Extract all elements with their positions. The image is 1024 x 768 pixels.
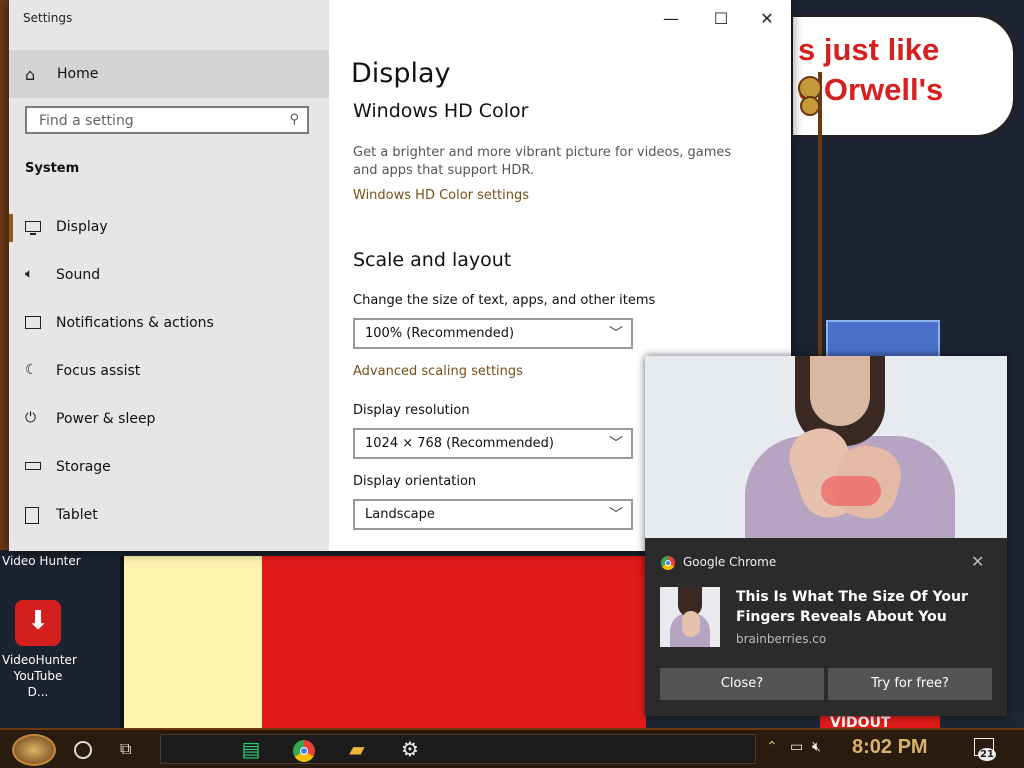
network-icon[interactable]: ▭ (790, 739, 803, 755)
notification-title: This Is What The Size Of Your Fingers Re… (736, 589, 968, 625)
chevron-down-icon: ﹀ (609, 326, 623, 342)
sidebar-item-focus-assist[interactable]: ☾ Focus assist (9, 350, 329, 394)
maximize-button[interactable]: ☐ (701, 8, 741, 30)
chrome-icon (661, 556, 675, 570)
close-icon[interactable]: ✕ (971, 552, 984, 571)
orientation-dropdown[interactable]: Landscape ﹀ (353, 499, 633, 530)
size-label: Change the size of text, apps, and other… (353, 293, 656, 308)
videohunter-icon: ⬇ (15, 600, 61, 646)
minimize-button[interactable]: — (651, 8, 691, 30)
storage-icon (25, 462, 41, 470)
resolution-label: Display resolution (353, 403, 470, 418)
desktop-icon-label: Video Hunter (2, 554, 81, 568)
section-heading-scale-layout: Scale and layout (353, 249, 512, 271)
wallpaper-pole (818, 72, 822, 362)
start-button[interactable] (12, 734, 56, 766)
scale-dropdown[interactable]: 100% (Recommended) ﹀ (353, 318, 633, 349)
notification-source: brainberries.co (736, 632, 827, 646)
taskbar-clock[interactable]: 8:02 PM (852, 736, 928, 759)
home-icon: ⌂ (25, 65, 36, 84)
chevron-up-icon[interactable]: ⌃ (766, 739, 778, 755)
orientation-label: Display orientation (353, 474, 477, 489)
window-title: Settings (23, 11, 73, 25)
sidebar-item-notifications[interactable]: Notifications & actions (9, 302, 329, 346)
sidebar-item-sound[interactable]: 🔈︎ Sound (9, 254, 329, 298)
close-button[interactable]: ✕ (747, 8, 787, 30)
wallpaper-red-panel (262, 556, 646, 730)
cortana-icon[interactable] (74, 741, 92, 759)
search-box[interactable]: ⚲ (25, 106, 309, 134)
resolution-dropdown[interactable]: 1024 × 768 (Recommended) ﹀ (353, 428, 633, 459)
desktop-icon-videohunter[interactable]: ⬇ VideoHunter YouTube D... (2, 598, 77, 700)
nav-home[interactable]: ⌂ Home (9, 50, 329, 98)
taskbar: ⧉ ▤ ▰ ⚙ ⌃ ▭ 🔇︎ 8:02 PM 21 (0, 728, 1024, 768)
notification-thumbnail (660, 587, 720, 647)
advanced-scaling-link[interactable]: Advanced scaling settings (353, 364, 523, 379)
notification-close-button[interactable]: Close? (660, 668, 824, 700)
nav-home-label: Home (57, 66, 99, 82)
wallpaper-gear (800, 96, 820, 116)
sidebar-item-display[interactable]: Display (9, 206, 329, 250)
notification-app-name: Google Chrome (683, 555, 777, 569)
volume-muted-icon[interactable]: 🔇︎ (812, 739, 821, 755)
chat-icon (25, 316, 41, 329)
power-icon: ⏻ (25, 410, 37, 426)
chevron-down-icon: ﹀ (609, 436, 623, 452)
page-title: Display (351, 58, 451, 89)
notification-count-badge: 21 (978, 748, 996, 761)
search-icon: ⚲ (289, 112, 299, 127)
sidebar-item-tablet[interactable]: Tablet (9, 494, 329, 538)
sidebar-item-storage[interactable]: Storage (9, 446, 329, 490)
tablet-icon (25, 507, 39, 524)
chrome-notification[interactable]: Google Chrome ✕ This Is What The Size Of… (645, 356, 1007, 716)
section-label: System (25, 161, 80, 176)
sidebar-item-power-sleep[interactable]: ⏻ Power & sleep (9, 398, 329, 442)
speaker-icon: 🔈︎ (25, 266, 34, 282)
sheets-app-icon[interactable]: ▤ (236, 734, 266, 764)
hd-color-settings-link[interactable]: Windows HD Color settings (353, 188, 529, 203)
ad-image[interactable] (645, 356, 1007, 538)
file-explorer-icon[interactable]: ▰ (342, 734, 372, 764)
notification-try-button[interactable]: Try for free? (828, 668, 992, 700)
wallpaper-yellow-panel (120, 556, 270, 730)
moon-icon: ☾ (25, 362, 38, 378)
hd-color-description: Get a brighter and more vibrant picture … (353, 145, 732, 178)
section-heading-hd-color: Windows HD Color (353, 100, 529, 122)
chrome-app-icon[interactable] (289, 734, 319, 764)
monitor-icon (25, 221, 41, 235)
chevron-down-icon: ﹀ (609, 507, 623, 523)
search-input[interactable] (37, 112, 281, 130)
task-view-icon[interactable]: ⧉ (120, 739, 131, 759)
settings-sidebar: Settings ⌂ Home ⚲ System Display 🔈︎ Soun… (9, 0, 329, 551)
settings-gear-icon[interactable]: ⚙ (395, 734, 425, 764)
